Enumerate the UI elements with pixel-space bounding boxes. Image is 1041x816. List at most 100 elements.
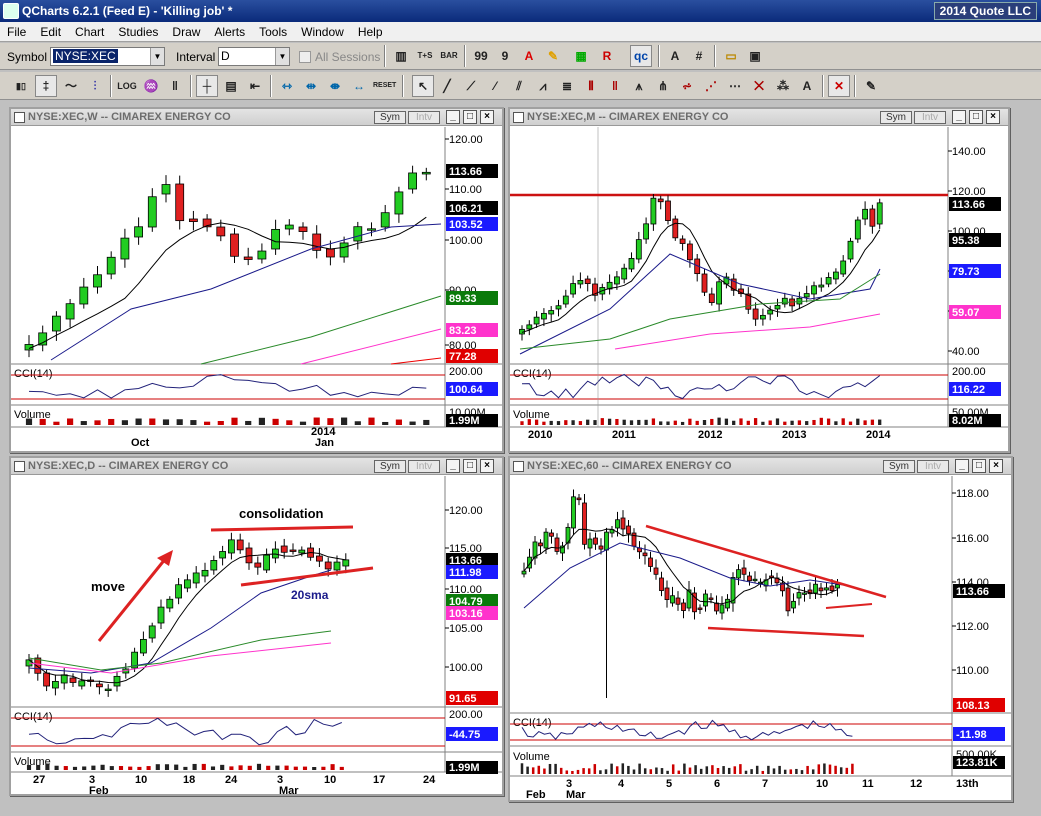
menu-item-window[interactable]: Window — [294, 22, 351, 39]
ray-icon[interactable]: ⟋ — [460, 75, 482, 97]
properties-icon[interactable]: ✎ — [860, 75, 882, 97]
zoom-in-icon[interactable]: ⇹ — [300, 75, 322, 97]
volume-box: 1.99M — [446, 414, 498, 427]
bar-chart-icon[interactable]: ▥ — [390, 45, 412, 67]
candle — [271, 219, 281, 255]
menu-item-help[interactable]: Help — [351, 22, 390, 39]
price-value-label: 59.07 — [949, 305, 1001, 319]
chart-canvas[interactable]: 118.00116.00114.00112.00110.00113.66108.… — [510, 458, 1011, 800]
chevron-down-icon[interactable]: ▼ — [275, 48, 289, 65]
menu-item-file[interactable]: File — [0, 22, 33, 39]
arc-icon[interactable]: ⋔ — [652, 75, 674, 97]
data-icon[interactable]: ▤ — [220, 75, 242, 97]
x-axis-month: Mar — [566, 789, 586, 800]
menu-item-edit[interactable]: Edit — [33, 22, 68, 39]
log-icon[interactable]: LOG — [116, 75, 138, 97]
gann-icon[interactable]: ⋰ — [700, 75, 722, 97]
candle — [626, 519, 631, 543]
volume-icon[interactable]: ⫶ — [84, 75, 106, 97]
regression-icon[interactable]: ⩚ — [628, 75, 650, 97]
chart-window-hourly[interactable]: NYSE:XEC,60 -- CIMAREX ENERGY CO Sym Intv _… — [508, 456, 1013, 802]
candle — [657, 195, 664, 210]
x-axis-label: 6 — [714, 778, 720, 790]
delete-icon[interactable]: ✕ — [828, 75, 850, 97]
toolbar-separator — [110, 75, 112, 97]
price-tick-label: 118.00 — [956, 488, 989, 500]
price-tick-label: 105.00 — [449, 623, 483, 635]
chart-window-monthly[interactable]: NYSE:XEC,M -- CIMAREX ENERGY CO Sym Intv _ □… — [508, 107, 1010, 453]
extended-line-icon[interactable]: ⁄ — [484, 75, 506, 97]
r-icon[interactable]: R — [596, 45, 618, 67]
pencil-icon[interactable]: ✎ — [542, 45, 564, 67]
candle — [635, 231, 642, 264]
crosshair-icon[interactable]: ┼ — [196, 75, 218, 97]
chart-canvas[interactable]: 140.00120.00100.0080.0060.0040.00113.669… — [510, 109, 1008, 451]
spiral-icon[interactable]: ⨉ — [748, 75, 770, 97]
x-axis-label: 2012 — [698, 429, 722, 441]
toolbar-drawing: ▮▯ ‡ 〜 ⫶ LOG ♒ ǁ ┼ ▤ ⇤ ⇿ ⇹ ⇼ ↔ RESET ↖ ╱… — [0, 72, 1041, 100]
candle — [637, 541, 642, 559]
candle — [697, 604, 703, 615]
text-icon[interactable]: A — [796, 75, 818, 97]
candle — [157, 599, 165, 630]
font-icon[interactable]: A — [664, 45, 686, 67]
candle — [120, 228, 130, 268]
candle — [284, 219, 294, 236]
bands-icon[interactable]: ǁ — [164, 75, 186, 97]
line-icon[interactable]: 〜 — [60, 75, 82, 97]
cci-value: 100.64 — [449, 384, 484, 396]
zoom-out-icon[interactable]: ⇼ — [324, 75, 346, 97]
chart-canvas[interactable]: 120.00115.00110.00105.00100.00113.66111.… — [11, 458, 502, 794]
menu-item-tools[interactable]: Tools — [252, 22, 294, 39]
fork-icon[interactable]: ⩘ — [532, 75, 554, 97]
x-axis-label: 2014 — [866, 429, 891, 441]
all-sessions-checkbox[interactable] — [299, 51, 311, 63]
candle — [653, 559, 659, 580]
chart-canvas[interactable]: 120.00110.00100.0090.0080.00113.66106.21… — [11, 109, 502, 451]
fib-icon[interactable]: ≣ — [556, 75, 578, 97]
menu-item-chart[interactable]: Chart — [68, 22, 111, 39]
save-icon[interactable]: ▣ — [744, 45, 766, 67]
cursor-icon[interactable]: ⇤ — [244, 75, 266, 97]
chart-window-weekly[interactable]: NYSE:XEC,W -- CIMAREX ENERGY CO Sym Intv _ □… — [9, 107, 504, 453]
channel-icon[interactable]: ⫽ — [508, 75, 530, 97]
open-folder-icon[interactable]: ▭ — [720, 45, 742, 67]
grid-icon[interactable]: # — [688, 45, 710, 67]
zoom-horizontal-icon[interactable]: ⇿ — [276, 75, 298, 97]
price-value-text: 108.13 — [956, 700, 990, 712]
chevron-down-icon[interactable]: ▼ — [150, 48, 164, 65]
chart-window-daily[interactable]: NYSE:XEC,D -- CIMAREX ENERGY CO Sym Intv _ □… — [9, 456, 504, 796]
ma-line-magenta — [300, 328, 442, 365]
candle-icon[interactable]: ‡ — [35, 75, 57, 97]
speed-icon[interactable]: ⩫ — [676, 75, 698, 97]
fan-icon[interactable]: ⋯ — [724, 75, 746, 97]
trendline-icon[interactable]: ╱ — [436, 75, 458, 97]
time-icon[interactable]: ǁ — [604, 75, 626, 97]
ts-icon[interactable]: T+S — [414, 45, 436, 67]
symbol-combobox[interactable]: NYSE:XEC ▼ — [50, 47, 165, 66]
candle — [587, 532, 593, 557]
move-arrow — [97, 557, 168, 642]
study-icon[interactable]: ♒ — [140, 75, 162, 97]
cycle-icon[interactable]: ⦀ — [580, 75, 602, 97]
star-icon[interactable]: ⁂ — [772, 75, 794, 97]
pointer-icon[interactable]: ↖ — [412, 75, 434, 97]
nine-icon[interactable]: 9 — [494, 45, 516, 67]
app-icon — [3, 3, 19, 19]
menu-item-alerts[interactable]: Alerts — [207, 22, 252, 39]
menu-item-studies[interactable]: Studies — [111, 22, 165, 39]
reset-icon[interactable]: RESET — [372, 75, 396, 97]
scroll-icon[interactable]: ↔ — [348, 75, 370, 97]
candle — [599, 283, 606, 301]
candle — [527, 548, 532, 572]
qc-icon[interactable]: qc — [630, 45, 652, 67]
menu-item-draw[interactable]: Draw — [165, 22, 207, 39]
all-sessions-label: All Sessions — [315, 50, 381, 64]
interval-combobox[interactable]: D ▼ — [218, 47, 290, 66]
bar-icon[interactable]: BAR — [438, 45, 460, 67]
ohlc-icon[interactable]: ▮▯ — [10, 75, 32, 97]
quote-icon[interactable]: 99 — [470, 45, 492, 67]
market-icon[interactable]: ▦ — [570, 45, 592, 67]
alert-icon[interactable]: A — [518, 45, 540, 67]
volume-value: 1.99M — [449, 762, 480, 774]
